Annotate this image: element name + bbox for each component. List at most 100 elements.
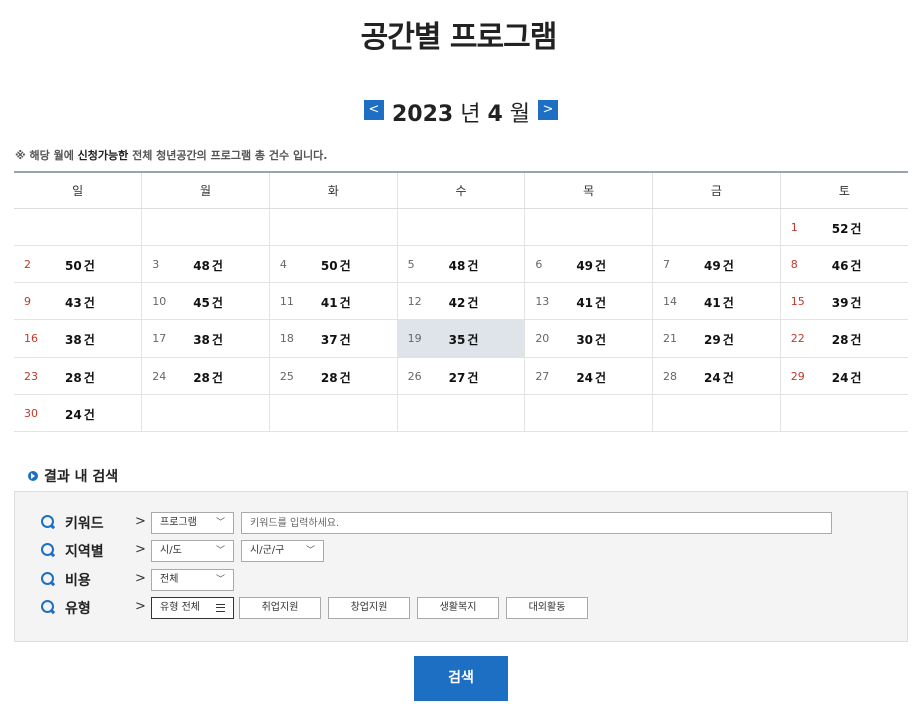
city-select[interactable]: 시/도 ﹀ — [151, 540, 234, 562]
calendar-day-cell[interactable]: 20 30 건 — [524, 319, 653, 358]
day-number: 3 — [152, 257, 160, 271]
count-value: 28 — [320, 370, 338, 385]
keyword-type-select[interactable]: 프로그램 ﹀ — [151, 512, 234, 534]
type-button-employment[interactable]: 취업지원 — [239, 597, 321, 619]
count-value: 50 — [65, 258, 82, 273]
search-icon — [41, 515, 55, 529]
calendar-day-cell[interactable]: 16 38 건 — [14, 319, 142, 358]
count-unit: 건 — [339, 333, 351, 348]
next-month-button[interactable]: > — [538, 100, 558, 120]
chevron-down-icon: ﹀ — [215, 575, 225, 585]
program-count: 24 건 — [704, 369, 734, 386]
count-value: 48 — [193, 258, 210, 273]
count-value: 50 — [320, 258, 338, 273]
count-value: 30 — [576, 333, 594, 348]
calendar-empty-cell — [652, 208, 781, 246]
count-value: 46 — [831, 258, 849, 273]
day-number: 23 — [24, 369, 38, 383]
calendar-body: 1 52 건 2 50 건 3 48 건 4 50 건 5 48 건 6 49 건 7 49 건 8 46 건 9 43 건 10 45… — [14, 208, 908, 433]
count-unit: 건 — [211, 258, 223, 273]
count-unit: 건 — [850, 258, 862, 273]
count-value: 49 — [576, 258, 594, 273]
cost-select[interactable]: 전체 ﹀ — [151, 569, 234, 591]
calendar-day-cell[interactable]: 25 28 건 — [268, 357, 398, 395]
program-count: 37 건 — [321, 331, 351, 348]
calendar-day-cell[interactable]: 27 24 건 — [524, 357, 653, 395]
search-button[interactable]: 검색 — [414, 656, 508, 701]
count-unit: 건 — [722, 296, 734, 311]
program-count: 41 건 — [704, 294, 734, 311]
calendar-empty-cell — [524, 394, 653, 433]
count-value: 28 — [193, 370, 210, 385]
calendar-empty-cell — [524, 208, 653, 246]
calendar-day-cell[interactable]: 4 50 건 — [268, 245, 398, 284]
calendar-empty-cell — [14, 208, 142, 246]
calendar-day-cell[interactable]: 11 41 건 — [268, 282, 398, 321]
count-unit: 건 — [339, 370, 351, 385]
type-label: 유형 — [65, 601, 91, 617]
type-button-activity[interactable]: 대외활동 — [506, 597, 588, 619]
day-number: 19 — [407, 332, 422, 346]
calendar-empty-cell — [396, 208, 525, 246]
calendar-day-cell[interactable]: 13 41 건 — [524, 282, 653, 321]
program-count: 28 건 — [321, 369, 351, 386]
calendar-day-cell[interactable]: 10 45 건 — [141, 282, 270, 321]
calendar-day-cell[interactable]: 17 38 건 — [141, 319, 270, 358]
district-value: 시/군/구 — [250, 545, 285, 556]
calendar-day-cell[interactable]: 18 37 건 — [268, 319, 398, 358]
prev-month-button[interactable]: < — [364, 100, 384, 120]
type-all-button[interactable]: 유형 전체 — [151, 597, 234, 619]
calendar-day-cell[interactable]: 23 28 건 — [14, 357, 142, 395]
program-count: 52 건 — [832, 220, 862, 237]
calendar-day-cell[interactable]: 5 48 건 — [396, 245, 525, 284]
calendar-day-cell[interactable]: 29 24 건 — [779, 357, 908, 395]
district-select[interactable]: 시/군/구 ﹀ — [241, 540, 324, 562]
count-value: 42 — [448, 296, 466, 311]
program-count: 27 건 — [449, 369, 479, 386]
program-count: 50 건 — [65, 257, 95, 274]
calendar-day-cell[interactable]: 15 39 건 — [779, 282, 908, 321]
calendar-day-cell[interactable]: 7 49 건 — [652, 245, 781, 284]
program-count: 38 건 — [65, 331, 95, 348]
day-number: 6 — [535, 257, 543, 271]
count-value: 24 — [704, 370, 721, 385]
weekday-mon: 월 — [141, 171, 270, 209]
calendar-day-cell[interactable]: 30 24 건 — [14, 394, 142, 433]
filter-row-region: 지역별 > 시/도 ﹀ 시/군/구 ﹀ — [15, 540, 909, 562]
count-unit: 건 — [467, 296, 479, 311]
arrow-right-icon: > — [135, 599, 146, 614]
calendar-day-cell[interactable]: 22 28 건 — [779, 319, 908, 358]
calendar-day-cell[interactable]: 21 29 건 — [652, 319, 781, 358]
count-value: 38 — [65, 333, 82, 348]
calendar-day-cell[interactable]: 6 49 건 — [524, 245, 653, 284]
calendar-day-cell[interactable]: 8 46 건 — [779, 245, 908, 284]
calendar-day-cell[interactable]: 3 48 건 — [141, 245, 270, 284]
count-unit: 건 — [850, 296, 862, 311]
calendar-day-cell[interactable]: 9 43 건 — [14, 282, 142, 321]
type-button-welfare[interactable]: 생활복지 — [417, 597, 499, 619]
calendar-day-cell[interactable]: 14 41 건 — [652, 282, 781, 321]
day-number: 4 — [279, 257, 287, 271]
program-count: 35 건 — [449, 331, 479, 348]
calendar-day-cell[interactable]: 19 35 건 — [396, 319, 525, 358]
calendar-day-cell[interactable]: 1 52 건 — [779, 208, 908, 246]
calendar-day-cell[interactable]: 24 28 건 — [141, 357, 270, 395]
calendar-day-cell[interactable]: 2 50 건 — [14, 245, 142, 284]
keyword-input[interactable] — [241, 512, 832, 534]
day-number: 24 — [152, 369, 167, 383]
calendar-day-cell[interactable]: 28 24 건 — [652, 357, 781, 395]
program-count: 28 건 — [193, 369, 223, 386]
chevron-down-icon: ﹀ — [305, 546, 315, 556]
program-count: 38 건 — [193, 331, 223, 348]
count-unit: 건 — [211, 333, 223, 348]
day-number: 28 — [663, 369, 678, 383]
count-value: 41 — [320, 296, 338, 311]
month-unit: 월 — [509, 102, 531, 127]
day-number: 22 — [790, 332, 805, 346]
day-number: 17 — [152, 332, 167, 346]
calendar-day-cell[interactable]: 12 42 건 — [396, 282, 525, 321]
count-unit: 건 — [83, 407, 95, 422]
city-value: 시/도 — [160, 545, 182, 556]
type-button-startup[interactable]: 창업지원 — [328, 597, 410, 619]
calendar-day-cell[interactable]: 26 27 건 — [396, 357, 525, 395]
